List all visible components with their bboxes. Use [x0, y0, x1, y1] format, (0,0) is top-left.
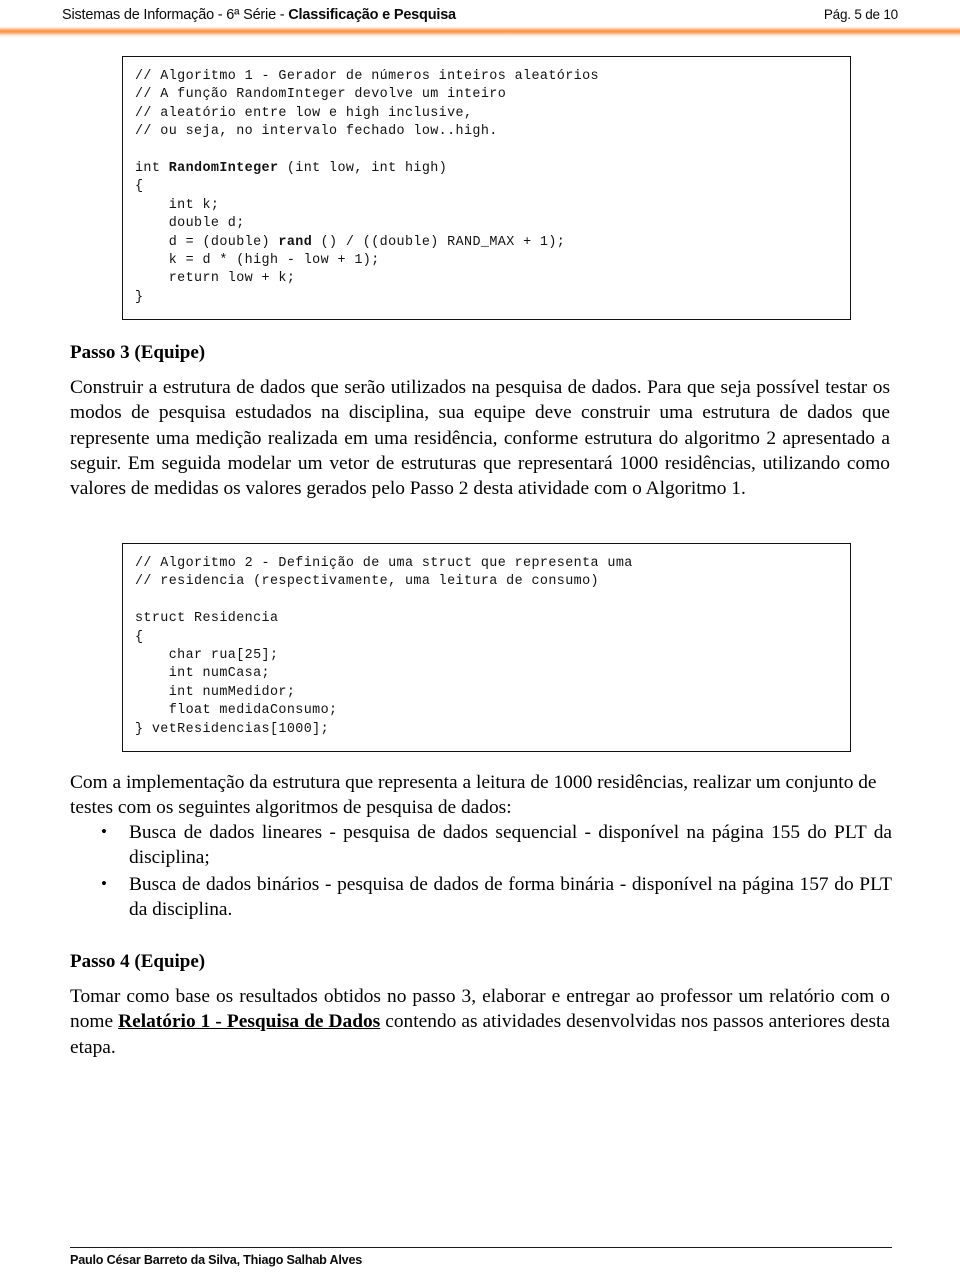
list-item-label: Busca de dados lineares - pesquisa de da…	[129, 822, 892, 869]
report-name-emphasis: Relatório 1 - Pesquisa de Dados	[118, 1011, 381, 1033]
header-title: Sistemas de Informação - 6ª Série - Clas…	[62, 6, 456, 24]
code-identifier-rand: rand	[278, 234, 313, 250]
code-block-algoritmo-2-text: // Algoritmo 2 - Definição de uma struct…	[135, 556, 633, 737]
code-identifier-randominteger: RandomInteger	[168, 161, 279, 177]
list-item: • Busca de dados lineares - pesquisa de …	[70, 820, 892, 871]
code-block-algoritmo-1-text: // Algoritmo 1 - Gerador de números inte…	[135, 68, 850, 307]
implementation-paragraph: Com a implementação da estrutura que rep…	[70, 772, 877, 819]
header-title-plain: Sistemas de Informação - 6ª Série -	[62, 7, 289, 23]
page-header: Sistemas de Informação - 6ª Série - Clas…	[62, 6, 898, 28]
footer-divider-rule	[70, 1247, 892, 1249]
list-item: • Busca de dados binários - pesquisa de …	[70, 872, 892, 923]
header-divider-rule	[0, 26, 960, 38]
passo3-heading: Passo 3 (Equipe)	[70, 342, 206, 363]
header-title-bold: Classificação e Pesquisa	[288, 7, 456, 23]
footer-authors: Paulo César Barreto da Silva, Thiago Sal…	[70, 1253, 363, 1267]
bullet-icon: •	[101, 873, 107, 893]
code-block-algoritmo-2: // Algoritmo 2 - Definição de uma struct…	[122, 543, 851, 753]
passo4-heading: Passo 4 (Equipe)	[70, 951, 206, 972]
algorithm-list: • Busca de dados lineares - pesquisa de …	[70, 820, 892, 923]
document-page: Sistemas de Informação - 6ª Série - Clas…	[0, 0, 960, 1272]
list-item-label: Busca de dados binários - pesquisa de da…	[129, 873, 892, 920]
passo4-paragraph: Tomar como base os resultados obtidos no…	[70, 984, 890, 1060]
code-block-algoritmo-1: // Algoritmo 1 - Gerador de números inte…	[122, 56, 851, 321]
passo3-paragraph: Construir a estrutura de dados que serão…	[70, 377, 890, 500]
bullet-icon: •	[101, 822, 107, 841]
page-indicator: Pág. 5 de 10	[823, 7, 898, 22]
code-segment: // Algoritmo 1 - Gerador de números inte…	[135, 69, 599, 177]
